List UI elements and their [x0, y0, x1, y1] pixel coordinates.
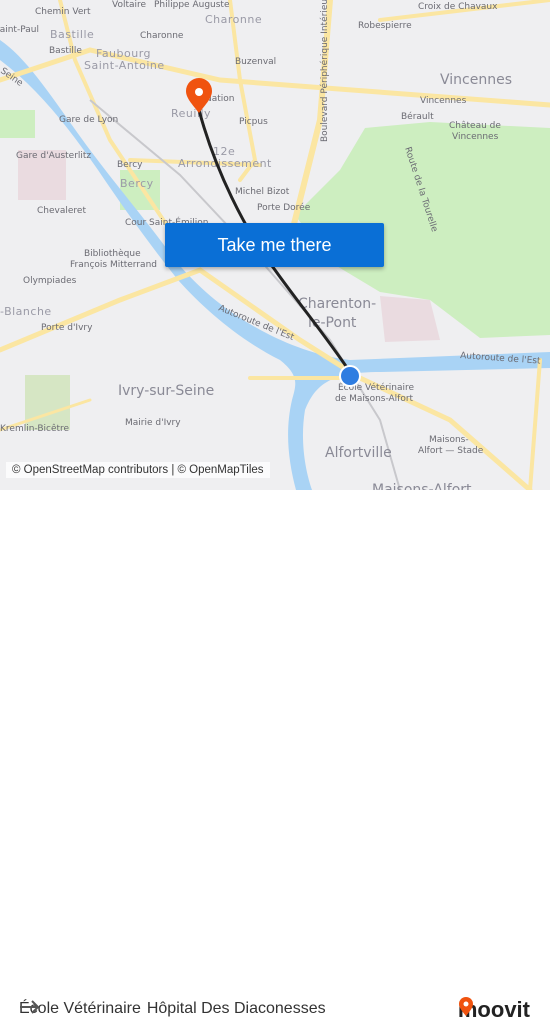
map-label: Philippe Auguste — [154, 0, 230, 10]
map-label: Château de — [449, 121, 501, 131]
map-label: Alfortville — [325, 445, 392, 461]
map-label: Gare d'Austerlitz — [16, 151, 91, 161]
moovit-pin-icon — [458, 997, 473, 1016]
map-label: Michel Bizot — [235, 187, 290, 197]
map-label: Boulevard Périphérique Intérieur — [319, 0, 330, 142]
map-label: Saint-Paul — [0, 25, 39, 35]
map-label: Picpus — [239, 117, 268, 127]
map-label: Reuilly — [171, 107, 211, 120]
route-summary: École Vétérinaire Hôpital Des Diaconesse… — [19, 1000, 326, 1018]
map-label: Maisons-Alfort — [372, 482, 472, 490]
map-label: Robespierre — [358, 21, 412, 31]
map-label: Alfort — Stade — [418, 446, 484, 456]
map-label: Ivry-sur-Seine — [118, 383, 214, 399]
map-label: Vincennes — [452, 132, 499, 142]
map-label: Charenton- — [298, 296, 376, 312]
map-label: Maisons- — [429, 435, 469, 445]
map-label: Charonne — [205, 13, 262, 26]
destination-name: Hôpital Des Diaconesses — [146, 1000, 326, 1017]
map-label: Croix de Chavaux — [418, 2, 498, 12]
map-label: de Maisons-Alfort — [335, 394, 414, 404]
map-label: Charonne — [140, 31, 184, 41]
park — [25, 375, 70, 430]
landuse — [380, 296, 440, 342]
map-label: Gare de Lyon — [59, 115, 118, 125]
map-attribution[interactable]: © OpenStreetMap contributors | © OpenMap… — [6, 462, 270, 478]
map-label: François Mitterrand — [70, 260, 157, 270]
map-label: Chemin Vert — [35, 7, 91, 17]
map[interactable]: Chemin Vert Voltaire Philippe Auguste Ch… — [0, 0, 550, 490]
map-label: Voltaire — [112, 0, 147, 10]
park — [0, 110, 35, 138]
blue-dot-icon[interactable] — [339, 365, 361, 387]
arrow-right-icon — [20, 1000, 40, 1014]
map-label: Vincennes — [440, 72, 512, 88]
map-label: -Blanche — [0, 305, 52, 318]
map-label: Arrondissement — [178, 157, 272, 170]
map-label: Bibliothèque — [84, 248, 141, 259]
map-label: Bercy — [117, 160, 143, 170]
map-label: Kremlin-Bicêtre — [0, 423, 70, 434]
map-label: Bérault — [401, 111, 434, 122]
map-label: Buzenval — [235, 57, 276, 67]
map-label: Bastille — [49, 46, 82, 56]
take-me-there-button[interactable]: Take me there — [165, 223, 384, 267]
map-label: Olympiades — [23, 276, 77, 286]
map-label: Saint-Antoine — [84, 59, 165, 72]
footer: École Vétérinaire Hôpital Des Diaconesse… — [0, 490, 550, 1022]
map-label: Vincennes — [420, 96, 467, 106]
map-label: Chevaleret — [37, 206, 86, 216]
map-label: Porte d'Ivry — [41, 323, 93, 333]
map-label: Mairie d'Ivry — [125, 418, 181, 428]
map-label: Porte Dorée — [257, 202, 311, 213]
map-label: Bercy — [120, 177, 154, 190]
map-label: Bastille — [50, 28, 94, 41]
moovit-logo: moovit — [458, 997, 530, 1023]
